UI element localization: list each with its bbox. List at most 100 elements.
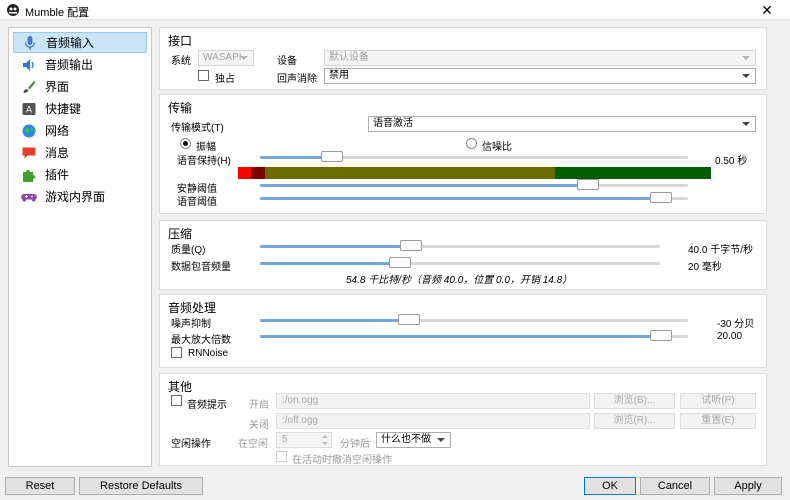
nav-item-shortcuts[interactable]: A 快捷键 [13, 98, 147, 119]
browse-on-button[interactable]: 浏览(B)... [594, 393, 675, 409]
voice-hold-label: 语音保持(H) [177, 156, 231, 167]
rnnoise-checkbox[interactable] [171, 347, 182, 358]
nav-item-audio-output[interactable]: 音频输出 [13, 54, 147, 75]
vu-low-segment [555, 167, 711, 179]
ok-button[interactable]: OK [584, 477, 636, 495]
compression-group-title: 压缩 [168, 227, 193, 241]
nav-item-interface[interactable]: 界面 [13, 76, 147, 97]
nav-item-messages[interactable]: 消息 [13, 142, 147, 163]
preview-button[interactable]: 试听(P) [680, 393, 756, 409]
nav-item-label: 游戏内界面 [45, 190, 106, 204]
idle-undo-label: 在活动时撤消空闲操作 [292, 455, 392, 466]
nav-item-label: 消息 [45, 146, 70, 160]
chat-bubble-icon [21, 145, 39, 161]
misc-group-title: 其他 [168, 380, 193, 394]
quality-value: 40.0 千字节/秒 [688, 245, 754, 256]
max-amplification-value: 20.00 [717, 331, 743, 342]
idle-prefix-label: 在空闲 [238, 439, 268, 450]
apply-button[interactable]: Apply [714, 477, 782, 495]
nav-item-plugins[interactable]: 插件 [13, 164, 147, 185]
title-bar: Mumble 配置 ✕ [0, 0, 790, 20]
transmission-mode-select[interactable]: 语音激活 [368, 116, 756, 132]
interface-group: 接口 系统 WASAPI 设备 默认设备 独占 回声消除 禁用 [159, 27, 767, 90]
browse-off-button[interactable]: 浏览(R)... [594, 413, 675, 429]
reset-button[interactable]: Reset [5, 477, 75, 495]
noise-suppression-value: -30 分贝 [717, 319, 755, 330]
bitrate-summary: 54.8 千比特/秒（音频 40.0，位置 0.0，开销 14.8） [346, 275, 573, 286]
nav-item-label: 网络 [45, 124, 70, 138]
audio-processing-group: 音频处理 噪声抑制 -30 分贝 最大放大倍数 20.00 RNNoise [159, 294, 767, 368]
globe-icon [21, 123, 39, 139]
transmission-group-title: 传输 [168, 101, 193, 115]
frames-value: 20 毫秒 [688, 262, 722, 273]
idle-action-select[interactable]: 什么也不做 [376, 432, 451, 448]
echo-cancel-select[interactable]: 禁用 [324, 68, 756, 84]
cue-off-label: 关闭 [249, 420, 269, 431]
amplitude-label: 振幅 [196, 142, 216, 153]
vu-peak-segment [238, 167, 251, 179]
snr-radio[interactable] [466, 138, 477, 149]
speaker-icon [21, 57, 39, 73]
transmission-group: 传输 传输模式(T) 语音激活 振幅 信噪比 语音保持(H) 0.50 秒 安静… [159, 94, 767, 214]
noise-suppression-slider[interactable] [260, 314, 688, 326]
echo-cancel-label: 回声消除 [277, 74, 317, 85]
nav-item-label: 快捷键 [45, 102, 82, 116]
microphone-icon [22, 35, 40, 51]
quality-label: 质量(Q) [171, 245, 206, 256]
nav-item-overlay[interactable]: 游戏内界面 [13, 186, 147, 207]
compression-group: 压缩 质量(Q) 40.0 千字节/秒 数据包音频量 20 毫秒 54.8 千比… [159, 220, 767, 290]
audio-cue-label: 音频提示 [187, 400, 227, 411]
audio-processing-group-title: 音频处理 [168, 301, 217, 315]
amplitude-radio[interactable] [180, 138, 191, 149]
max-amplification-slider[interactable] [260, 330, 688, 342]
cancel-button[interactable]: Cancel [640, 477, 710, 495]
idle-minutes-spinbox[interactable]: 5 [276, 432, 332, 448]
reset-cue-button[interactable]: 重置(E) [680, 413, 756, 429]
nav-item-label: 插件 [45, 168, 70, 182]
nav-item-audio-input[interactable]: 音频输入 [13, 32, 147, 53]
exclusive-label: 独占 [215, 74, 235, 85]
transmission-mode-label: 传输模式(T) [171, 123, 224, 134]
cue-on-file-input[interactable]: :/on.ogg [276, 393, 590, 409]
gamepad-icon [21, 189, 39, 205]
nav-item-label: 界面 [45, 80, 70, 94]
misc-group: 其他 音频提示 开启 :/on.ogg 浏览(B)... 试听(P) 关闭 :/… [159, 373, 767, 466]
restore-defaults-button[interactable]: Restore Defaults [79, 477, 203, 495]
window-title: Mumble 配置 [25, 7, 90, 19]
exclusive-checkbox[interactable] [198, 70, 209, 81]
interface-group-title: 接口 [168, 34, 193, 48]
audio-cue-checkbox[interactable] [171, 395, 182, 406]
frames-slider[interactable] [260, 257, 660, 269]
speech-threshold-slider[interactable] [260, 192, 688, 204]
settings-nav-list: 音频输入 音频输出 界面 A 快捷键 网络 消息 插件 游戏内界面 [8, 27, 152, 467]
quality-slider[interactable] [260, 240, 660, 252]
nav-item-label: 音频输出 [45, 58, 94, 72]
system-select[interactable]: WASAPI [198, 50, 254, 66]
system-label: 系统 [171, 56, 191, 67]
voice-hold-slider[interactable] [260, 151, 688, 163]
audio-level-meter [238, 167, 711, 179]
nav-item-network[interactable]: 网络 [13, 120, 147, 141]
cue-on-label: 开启 [249, 400, 269, 411]
rnnoise-label: RNNoise [188, 348, 229, 359]
vu-mid-segment [265, 167, 555, 179]
keyboard-key-icon: A [21, 101, 39, 117]
voice-hold-value: 0.50 秒 [715, 156, 748, 167]
svg-text:A: A [26, 104, 32, 114]
frames-label: 数据包音频量 [171, 262, 231, 273]
close-icon[interactable]: ✕ [744, 0, 790, 20]
max-amplification-label: 最大放大倍数 [171, 335, 231, 346]
device-select[interactable]: 默认设备 [324, 50, 756, 66]
speech-threshold-label: 语音阈值 [177, 197, 217, 208]
mumble-logo-icon [7, 4, 19, 16]
device-label: 设备 [277, 56, 297, 67]
idle-action-label: 空闲操作 [171, 439, 211, 450]
vu-high-segment [251, 167, 265, 179]
idle-undo-checkbox[interactable] [276, 451, 287, 462]
nav-item-label: 音频输入 [46, 36, 95, 50]
noise-suppression-label: 噪声抑制 [171, 319, 211, 330]
idle-suffix-label: 分钟后 [340, 439, 370, 450]
silence-threshold-slider[interactable] [260, 179, 688, 191]
cue-off-file-input[interactable]: :/off.ogg [276, 413, 590, 429]
puzzle-piece-icon [21, 167, 39, 183]
